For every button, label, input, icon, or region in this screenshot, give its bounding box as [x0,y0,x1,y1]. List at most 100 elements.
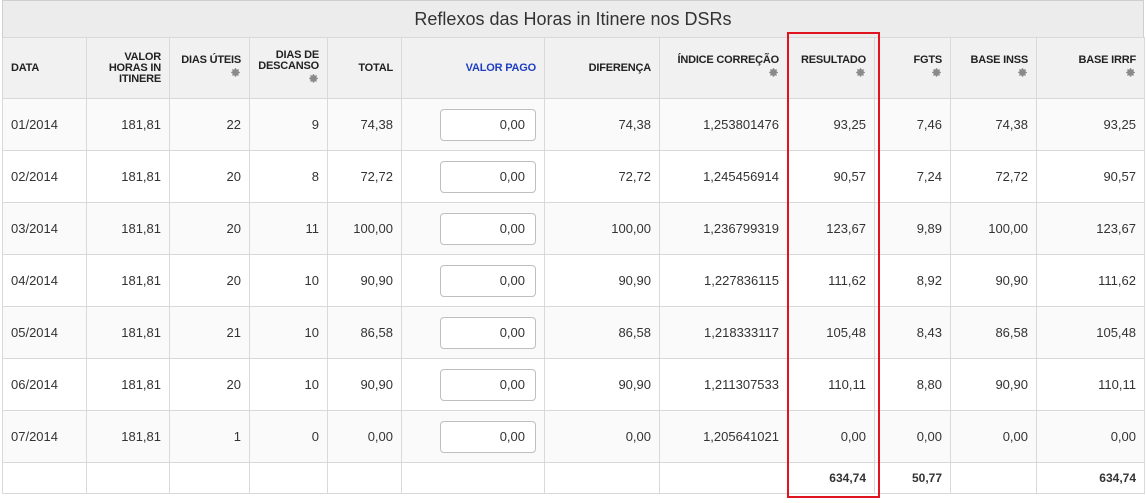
table-row: 01/2014181,8122974,3874,381,25380147693,… [2,98,1145,151]
valor-pago-input[interactable] [440,108,536,141]
col-header-label: BASE INSS [970,54,1029,66]
cell-total: 0,00 [327,410,402,463]
cell-dias-uteis: 20 [169,358,250,411]
table-row: 02/2014181,8120872,7272,721,24545691490,… [2,150,1145,203]
cell-total: 86,58 [327,306,402,359]
table-row: 06/2014181,81201090,9090,901,21130753311… [2,358,1145,411]
valor-pago-input[interactable] [440,368,536,401]
col-header-data: DATA [2,37,87,99]
cell-base-irrf: 93,25 [1036,98,1145,151]
cell-data: 06/2014 [2,358,87,411]
cell-total: 74,38 [327,98,402,151]
cell-dias-descanso: 10 [249,306,328,359]
gear-icon[interactable] [258,73,319,87]
cell-dias-uteis: 20 [169,202,250,255]
col-header-label: TOTAL [358,61,393,74]
cell-data: 03/2014 [2,202,87,255]
gear-icon[interactable] [1045,67,1136,81]
total-total [327,462,402,494]
cell-diferenca: 86,58 [544,306,660,359]
col-header-label: VALOR HORAS IN ITINERE [108,50,161,85]
cell-indice: 1,253801476 [659,98,788,151]
cell-valor-pago [401,150,545,203]
total-base-irrf: 634,74 [1036,462,1145,494]
cell-total: 90,90 [327,358,402,411]
cell-dias-descanso: 0 [249,410,328,463]
cell-data: 01/2014 [2,98,87,151]
col-header-fgts: FGTS [874,37,951,99]
col-header-label: FGTS [913,54,942,66]
cell-fgts: 0,00 [874,410,951,463]
col-header-label: BASE IRRF [1078,54,1137,66]
cell-dias-descanso: 8 [249,150,328,203]
cell-indice: 1,227836115 [659,254,788,307]
gear-icon[interactable] [959,67,1028,81]
cell-resultado: 123,67 [787,202,875,255]
cell-fgts: 7,46 [874,98,951,151]
total-diferenca [544,462,660,494]
col-header-label: DIAS DE DESCANSO [258,48,319,72]
valor-pago-input[interactable] [440,420,536,453]
cell-valor-pago [401,98,545,151]
cell-valor: 181,81 [86,254,170,307]
col-header-label: DATA [11,61,40,74]
cell-dias-descanso: 10 [249,254,328,307]
cell-valor: 181,81 [86,410,170,463]
cell-resultado: 90,57 [787,150,875,203]
total-data [2,462,87,494]
gear-icon[interactable] [883,67,942,81]
cell-valor-pago [401,254,545,307]
valor-pago-input[interactable] [440,316,536,349]
total-dias-uteis [169,462,250,494]
col-header-resultado: RESULTADO [787,37,875,99]
cell-data: 05/2014 [2,306,87,359]
col-header-total: TOTAL [327,37,402,99]
gear-icon[interactable] [796,67,866,81]
col-header-valor: VALOR HORAS IN ITINERE [86,37,170,99]
cell-indice: 1,205641021 [659,410,788,463]
cell-base-inss: 100,00 [950,202,1037,255]
valor-pago-input[interactable] [440,264,536,297]
cell-base-irrf: 105,48 [1036,306,1145,359]
cell-indice: 1,236799319 [659,202,788,255]
valor-pago-input[interactable] [440,212,536,245]
total-fgts: 50,77 [874,462,951,494]
table-header-row: DATA VALOR HORAS IN ITINERE DIAS ÚTEIS DIAS… [2,37,1145,99]
col-header-label: DIAS ÚTEIS [181,54,241,66]
cell-base-inss: 74,38 [950,98,1037,151]
cell-dias-descanso: 11 [249,202,328,255]
col-header-valor-pago[interactable]: VALOR PAGO [401,37,545,99]
col-header-dias-uteis: DIAS ÚTEIS [169,37,250,99]
cell-valor-pago [401,358,545,411]
col-header-label: RESULTADO [800,54,866,66]
cell-diferenca: 90,90 [544,254,660,307]
table-row: 07/2014181,81100,000,001,2056410210,000,… [2,410,1145,463]
cell-diferenca: 90,90 [544,358,660,411]
col-header-indice: ÍNDICE CORREÇÃO [659,37,788,99]
cell-diferenca: 0,00 [544,410,660,463]
cell-resultado: 110,11 [787,358,875,411]
cell-resultado: 111,62 [787,254,875,307]
gear-icon[interactable] [668,67,779,81]
gear-icon[interactable] [178,67,241,81]
cell-valor: 181,81 [86,98,170,151]
cell-valor-pago [401,410,545,463]
col-header-label: DIFERENÇA [588,61,652,74]
total-valor-pago [401,462,545,494]
total-base-inss [950,462,1037,494]
cell-total: 90,90 [327,254,402,307]
cell-base-irrf: 90,57 [1036,150,1145,203]
cell-indice: 1,245456914 [659,150,788,203]
cell-dias-uteis: 22 [169,98,250,151]
cell-resultado: 0,00 [787,410,875,463]
valor-pago-input[interactable] [440,160,536,193]
cell-base-irrf: 123,67 [1036,202,1145,255]
cell-diferenca: 100,00 [544,202,660,255]
col-header-label: ÍNDICE CORREÇÃO [677,54,779,66]
cell-indice: 1,211307533 [659,358,788,411]
cell-base-irrf: 110,11 [1036,358,1145,411]
cell-base-inss: 72,72 [950,150,1037,203]
cell-fgts: 8,80 [874,358,951,411]
cell-base-inss: 0,00 [950,410,1037,463]
table-row: 04/2014181,81201090,9090,901,22783611511… [2,254,1145,307]
